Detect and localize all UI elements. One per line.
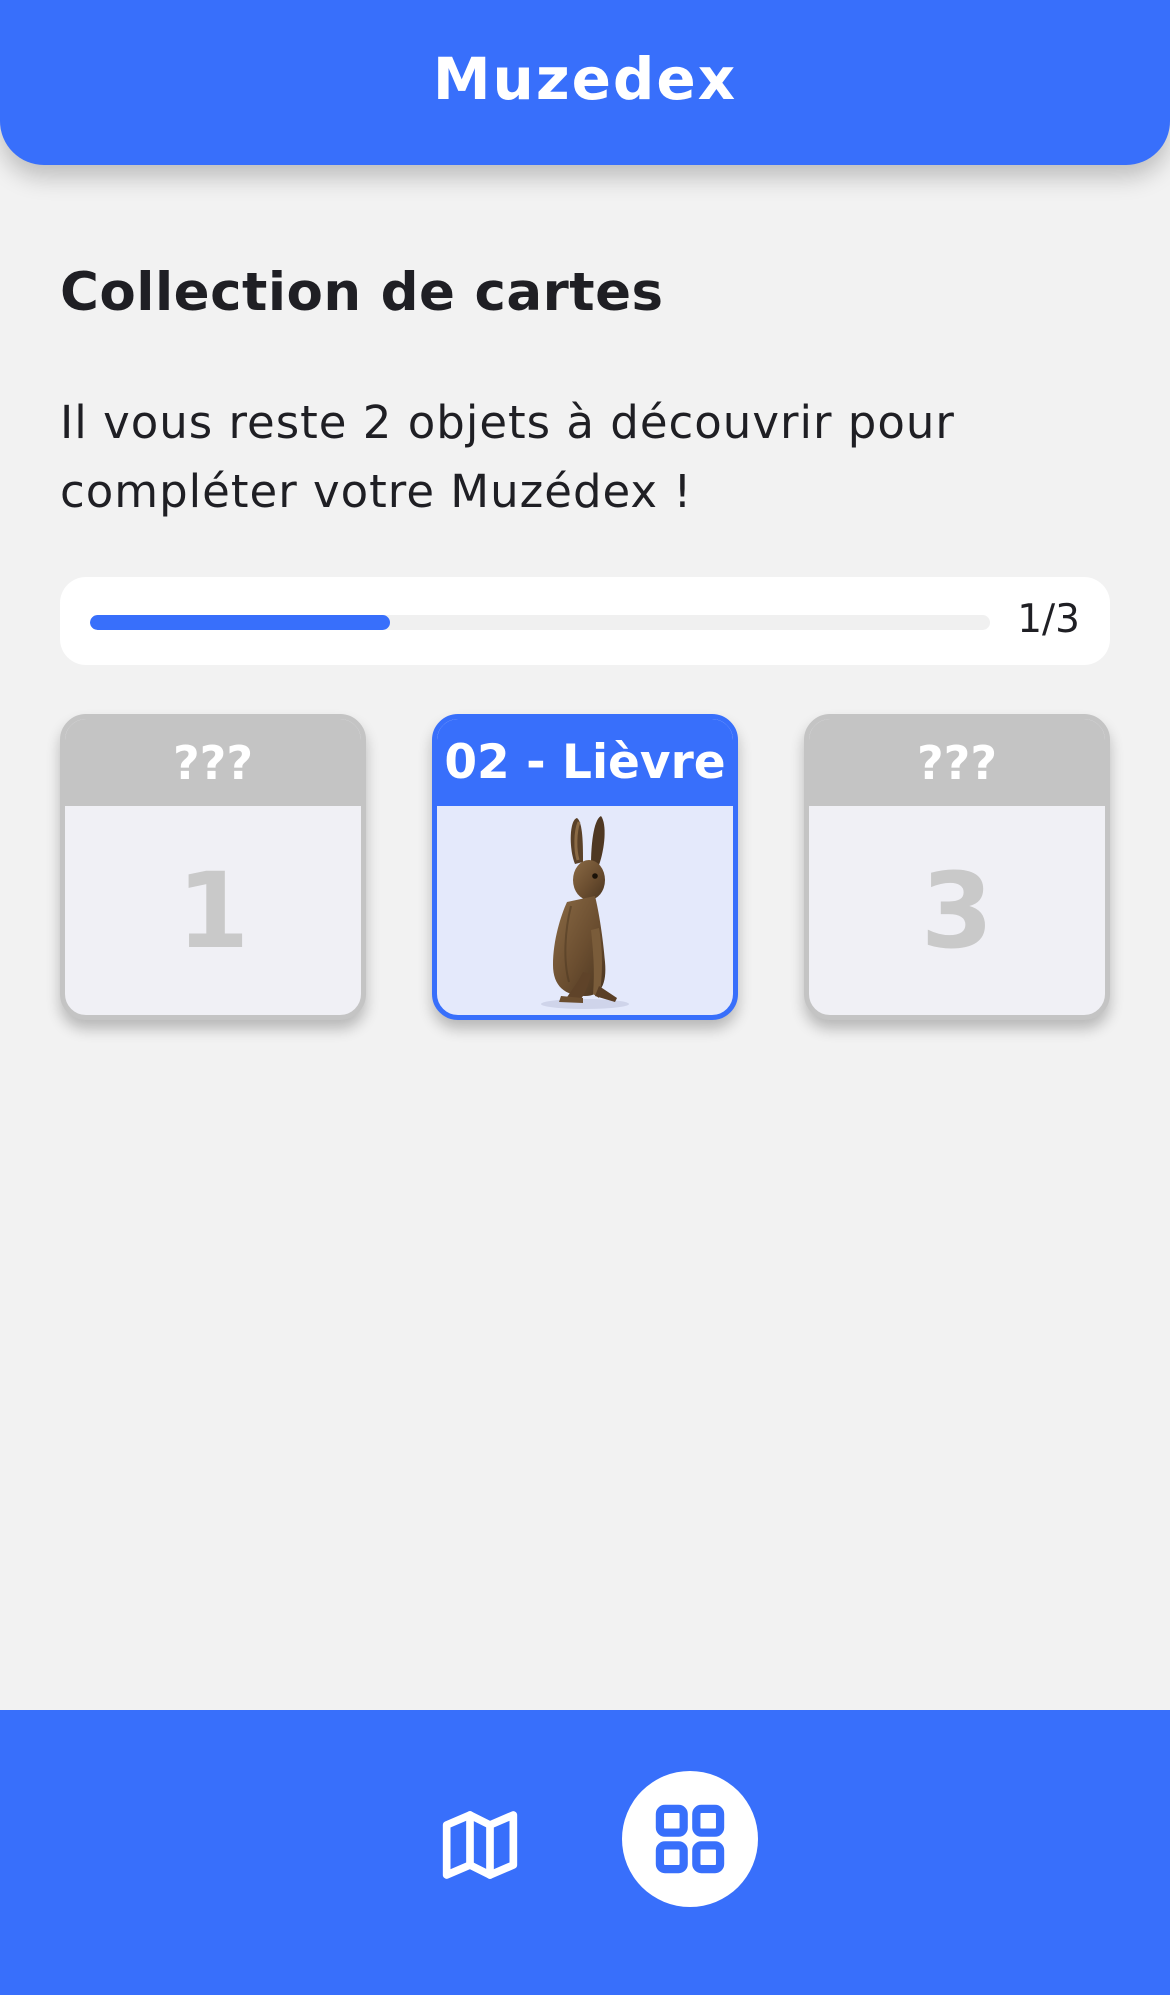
nav-collection-button[interactable]	[622, 1771, 758, 1907]
card-title: ???	[65, 719, 361, 806]
nav-map-button[interactable]	[430, 1795, 530, 1895]
progress-bar	[90, 615, 990, 630]
bottom-navigation	[0, 1710, 1170, 1995]
progress-bar-fill	[90, 615, 390, 630]
grid-icon	[655, 1804, 725, 1874]
card-title: 02 - Lièvre	[437, 719, 733, 806]
hare-image	[541, 816, 629, 1009]
card-discovered-lievre[interactable]: 02 - Lièvre	[432, 714, 738, 1020]
card-number: 3	[920, 849, 994, 972]
card-locked-1[interactable]: ??? 1	[60, 714, 366, 1020]
progress-card: 1/3	[60, 577, 1110, 665]
card-title: ???	[809, 719, 1105, 806]
card-locked-3[interactable]: ??? 3	[804, 714, 1110, 1020]
page-title: Collection de cartes	[60, 262, 664, 323]
map-icon	[442, 1811, 518, 1879]
card-number: 1	[176, 849, 250, 972]
card-image-area	[437, 806, 733, 1015]
progress-message: Il vous reste 2 objets à découvrir pour …	[60, 396, 955, 518]
app-title: Muzedex	[432, 44, 738, 113]
card-grid: ??? 1 02 - Lièvre ??? 3	[60, 714, 1110, 1020]
progress-count: 1/3	[1017, 597, 1080, 642]
app-header: Muzedex	[0, 0, 1170, 165]
